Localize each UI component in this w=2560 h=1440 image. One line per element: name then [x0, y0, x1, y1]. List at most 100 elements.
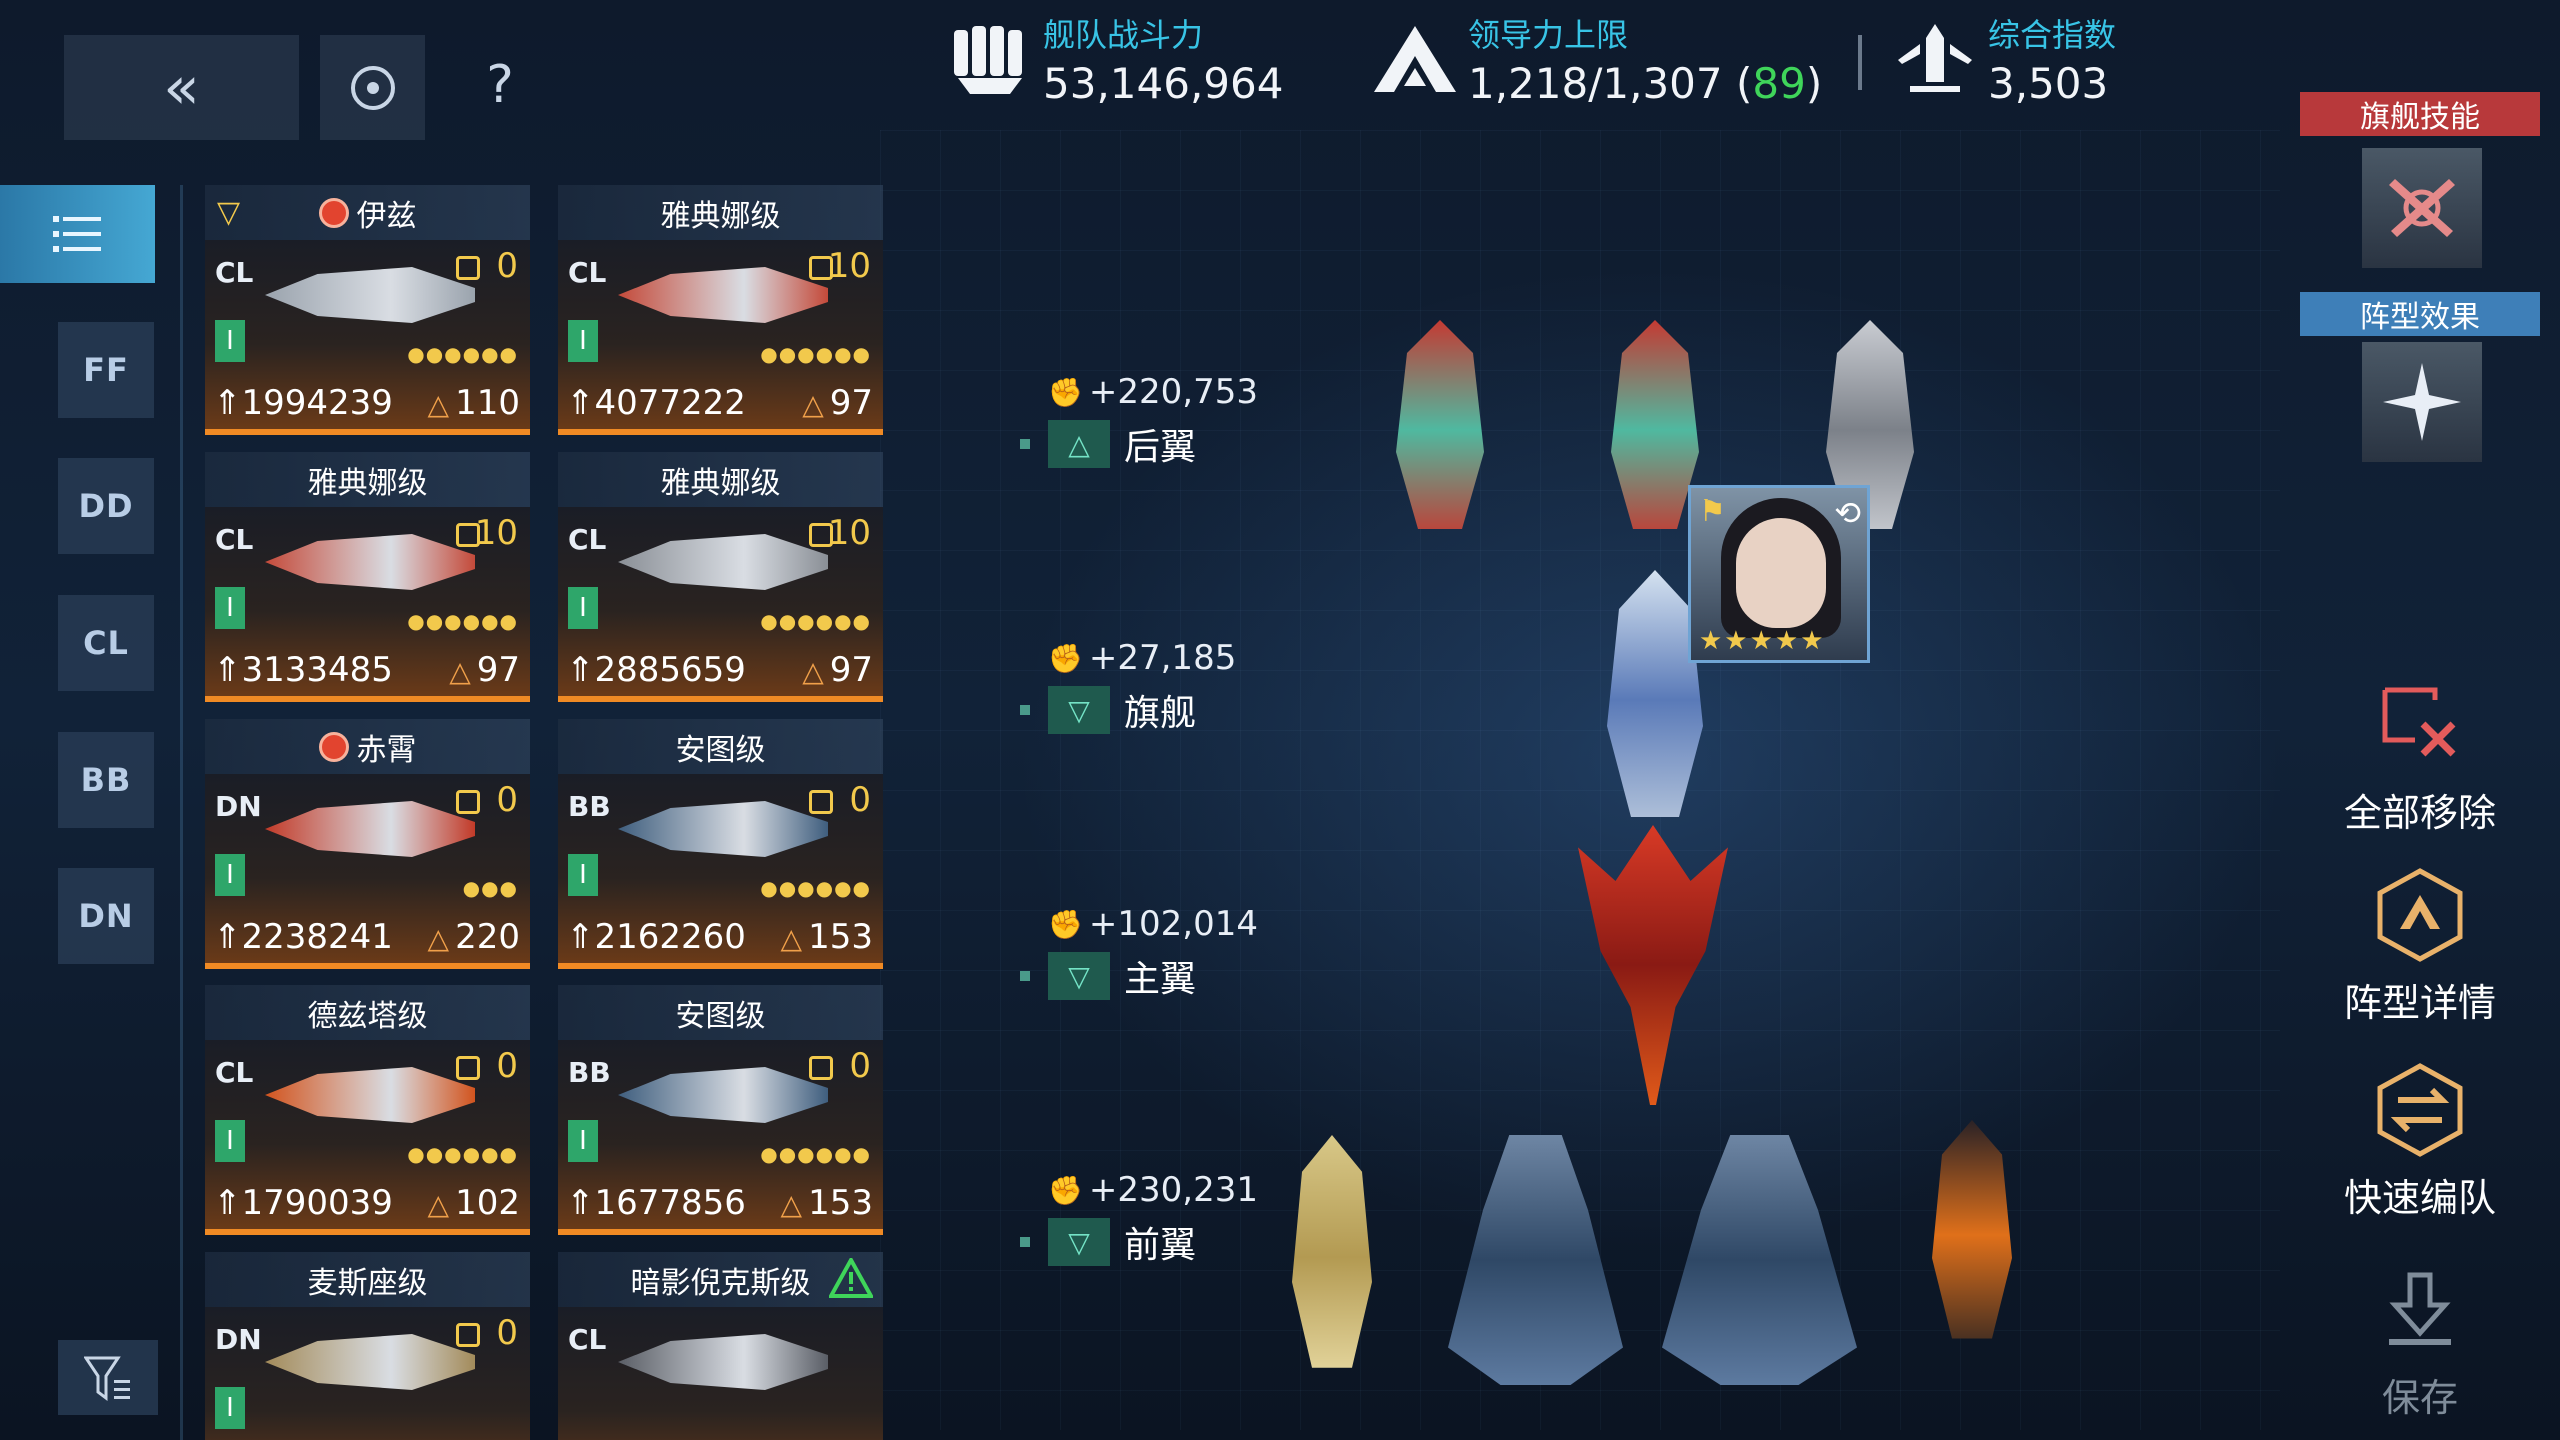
- ship-card[interactable]: 德兹塔级 CL I 0 ●●●●●● ⇑1790039 △ 102: [205, 985, 530, 1235]
- ship-name-wrap: ▽ 伊兹: [217, 191, 417, 235]
- ship-card[interactable]: 安图级 BB I 0 ●●●●●● ⇑1677856 △ 153: [558, 985, 883, 1235]
- ship-name-wrap: 安图级: [676, 991, 766, 1035]
- ship-tier: I: [215, 587, 245, 629]
- ship-name-wrap: 麦斯座级: [308, 1258, 428, 1302]
- back-button[interactable]: «: [64, 35, 299, 140]
- ship-star-pips: ●●●●●●: [760, 876, 871, 900]
- ship-power: ⇑2885659: [566, 650, 746, 690]
- main-wing-name: 主翼: [1124, 959, 1197, 1000]
- ship-command-value: 153: [808, 1183, 873, 1223]
- level-icon: [809, 1056, 833, 1080]
- ship-card-header: 雅典娜级: [205, 452, 530, 507]
- ship-card-header: 雅典娜级: [558, 452, 883, 507]
- ship-image: [618, 801, 828, 857]
- ship-star-pips: ●●●●●●: [760, 609, 871, 633]
- ship-power: ⇑1994239: [213, 383, 393, 423]
- ship-name: 暗影倪克斯级: [630, 1265, 811, 1301]
- front-wing-name: 前翼: [1124, 1225, 1197, 1266]
- ship-card-header: 德兹塔级: [205, 985, 530, 1040]
- level-icon: [456, 1323, 480, 1347]
- save-button[interactable]: 保存: [2330, 1255, 2510, 1422]
- ship-power-value: 1994239: [241, 383, 393, 423]
- ship-image: [618, 1334, 828, 1390]
- tab-all[interactable]: [0, 185, 155, 283]
- flagship-skill-slot[interactable]: [2362, 148, 2482, 268]
- help-icon: ?: [486, 55, 514, 115]
- rocket-icon: [1890, 15, 1980, 105]
- ship-card-header: 赤霄: [205, 719, 530, 774]
- rear-wing-power: ✊ +220,753: [1048, 372, 1258, 412]
- tab-dn[interactable]: DN: [58, 868, 154, 964]
- ship-tier: I: [568, 320, 598, 362]
- tab-cl[interactable]: CL: [58, 595, 154, 691]
- ship-star-pips: ●●●●●●: [407, 1142, 518, 1166]
- ship-card[interactable]: 安图级 BB I 0 ●●●●●● ⇑2162260 △ 153: [558, 719, 883, 969]
- ship-tier: I: [215, 1120, 245, 1162]
- ship-card-body: CL I 10 ●●●●●● ⇑3133485 △ 97: [205, 507, 530, 702]
- ship-power-value: 4077222: [594, 383, 746, 423]
- leadership-icon: [1370, 15, 1460, 105]
- remove-all-button[interactable]: 全部移除: [2330, 670, 2510, 837]
- ship-card-body: CL I 10 ●●●●●● ⇑2885659 △ 97: [558, 507, 883, 702]
- row-flagship: ✊ +27,185 ▽ 旗舰: [1020, 638, 1236, 736]
- remove-all-icon: [2365, 670, 2475, 780]
- formation-detail-button[interactable]: 阵型详情: [2330, 860, 2510, 1027]
- command-icon: △: [780, 922, 803, 955]
- ship-card[interactable]: 赤霄 DN I 0 ●●● ⇑2238241 △ 220: [205, 719, 530, 969]
- composite-label: 综合指数: [1988, 16, 2117, 54]
- ship-class-badge: CL: [568, 523, 607, 556]
- flagship-chevron-icon: ▽: [1048, 686, 1110, 734]
- ship-card[interactable]: ▽ 伊兹 CL I 0 ●●●●●● ⇑1994239 △ 110: [205, 185, 530, 435]
- ship-command-value: 97: [829, 650, 873, 690]
- ship-command-value: 97: [829, 383, 873, 423]
- row-main-wing: ✊ +102,014 ▽ 主翼: [1020, 904, 1258, 1002]
- fist-icon: ✊: [1048, 1173, 1083, 1207]
- ship-name: 伊兹: [356, 198, 417, 234]
- ship-class-badge: BB: [568, 790, 611, 823]
- ship-card[interactable]: 雅典娜级 CL I 10 ●●●●●● ⇑4077222 △ 97: [558, 185, 883, 435]
- fist-icon: ✊: [1048, 375, 1083, 409]
- quick-form-button[interactable]: 快速编队: [2330, 1055, 2510, 1222]
- tab-dd[interactable]: DD: [58, 458, 154, 554]
- help-button[interactable]: ?: [465, 50, 535, 120]
- ship-star-pips: ●●●●●●: [407, 342, 518, 366]
- formation-effect-slot[interactable]: [2362, 342, 2482, 462]
- fleet-power-value: 53,146,964: [1043, 59, 1284, 108]
- swap-icon[interactable]: ⟲: [1834, 494, 1861, 532]
- ship-power: ⇑1677856: [566, 1183, 746, 1223]
- command-icon: △: [802, 655, 824, 688]
- command-icon: △: [780, 1188, 803, 1221]
- main-wing-power: ✊ +102,014: [1048, 904, 1258, 944]
- ship-card[interactable]: 雅典娜级 CL I 10 ●●●●●● ⇑2885659 △ 97: [558, 452, 883, 702]
- ship-image: [265, 801, 475, 857]
- ship-command-cost: △ 153: [781, 917, 873, 957]
- tab-bb[interactable]: BB: [58, 732, 154, 828]
- rear-wing-power-value: +220,753: [1088, 372, 1258, 412]
- ship-card-body: BB I 0 ●●●●●● ⇑2162260 △ 153: [558, 774, 883, 969]
- ship-card[interactable]: 暗影倪克斯级 CL: [558, 1252, 883, 1440]
- ship-star-pips: ●●●●●●: [407, 609, 518, 633]
- filter-button[interactable]: [58, 1340, 158, 1415]
- commander-portrait[interactable]: ⚑ ⟲ ★★★★★: [1688, 485, 1870, 663]
- leadership-label: 领导力上限: [1468, 16, 1629, 54]
- ship-command-cost: △ 153: [781, 1183, 873, 1223]
- ship-command-cost: △ 97: [449, 650, 520, 690]
- ship-class-badge: DN: [215, 790, 262, 823]
- leadership-stat: 领导力上限 1,218/1,307 (89): [1370, 15, 1822, 113]
- level-icon: [456, 256, 480, 280]
- ship-name: 德兹塔级: [307, 998, 428, 1034]
- ship-card[interactable]: 雅典娜级 CL I 10 ●●●●●● ⇑3133485 △ 97: [205, 452, 530, 702]
- ship-card-header: 麦斯座级: [205, 1252, 530, 1307]
- rear-wing-name: 后翼: [1124, 427, 1197, 468]
- tab-ff[interactable]: FF: [58, 322, 154, 418]
- ship-tier: I: [215, 854, 245, 896]
- remove-all-label: 全部移除: [2343, 791, 2496, 835]
- composite-stat: 综合指数 3,503: [1890, 15, 2116, 113]
- ship-card[interactable]: 麦斯座级 DN I 0: [205, 1252, 530, 1440]
- ship-command-cost: △ 220: [428, 917, 520, 957]
- target-button[interactable]: [320, 35, 425, 140]
- faction-icon: [318, 197, 349, 228]
- chevron-up-icon: △: [1048, 420, 1110, 468]
- ship-class-badge: BB: [568, 1056, 611, 1089]
- double-chevron-left-icon: «: [163, 52, 200, 123]
